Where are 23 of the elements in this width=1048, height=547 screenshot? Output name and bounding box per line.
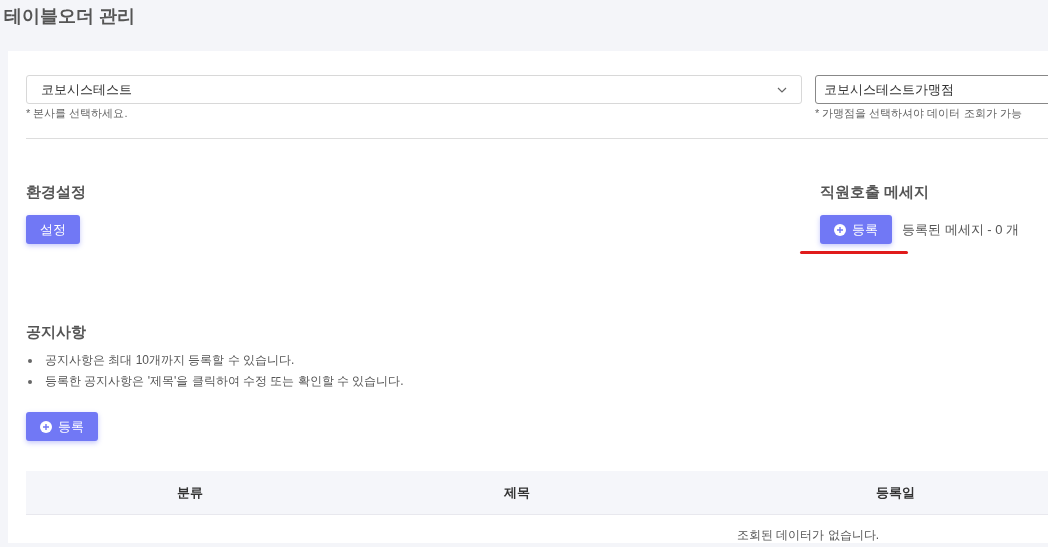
bullet-icon	[28, 358, 32, 363]
section-title: 직원호출 메세지	[820, 183, 931, 202]
register-button[interactable]: 등록	[26, 412, 98, 441]
chevron-down-icon	[777, 86, 787, 93]
page-title: 테이블오더 관리	[3, 5, 136, 28]
register-button[interactable]: 등록	[820, 215, 892, 244]
plus-circle-icon	[834, 223, 846, 236]
headquarters-select[interactable]: 코보시스테스트	[26, 75, 802, 104]
empty-message: 조회된 데이터가 없습니다.	[737, 528, 879, 542]
message-count: 등록된 메세지 - 0 개	[902, 220, 1019, 239]
column-header: 분류	[177, 483, 203, 502]
column-header: 등록일	[875, 483, 915, 502]
section-title: 환경설정	[26, 183, 87, 202]
settings-button[interactable]: 설정	[26, 215, 80, 244]
select-hint: * 가맹점을 선택하셔야 데이터 조회가 가능	[815, 106, 1023, 121]
column-header: 제목	[504, 483, 530, 502]
bullet-icon	[28, 379, 32, 384]
notice-bullet-text: 등록한 공지사항은 '제목'을 클릭하여 수정 또는 확인할 수 있습니다.	[45, 373, 404, 390]
notice-bullet-text: 공지사항은 최대 10개까지 등록할 수 있습니다.	[45, 352, 295, 369]
select-hint: * 본사를 선택하세요.	[26, 106, 129, 121]
store-select[interactable]: 코보시스테스트가맹점	[815, 75, 1048, 104]
plus-circle-icon	[40, 420, 52, 433]
section-title: 공지사항	[26, 323, 87, 342]
